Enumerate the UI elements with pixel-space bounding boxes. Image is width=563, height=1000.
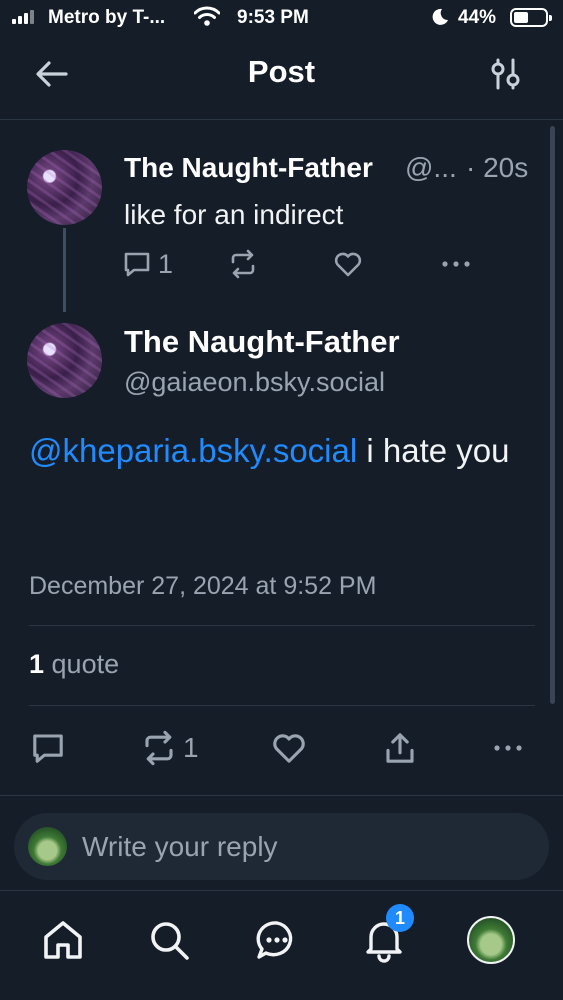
more-options-button[interactable] [440,248,472,280]
share-icon [386,733,414,763]
like-icon [334,252,362,277]
tab-chat[interactable] [252,915,302,965]
page-title: Post [247,54,316,89]
more-options-button[interactable] [492,728,524,768]
notifications-badge: 1 [386,904,414,932]
reply-icon [124,252,150,277]
chat-icon [256,921,293,959]
more-icon [442,261,470,267]
reply-input[interactable]: Write your reply [14,813,549,880]
repost-count: 1 [183,732,199,763]
reply-button[interactable] [30,728,66,768]
battery-percent: 44% [458,7,497,28]
repost-button[interactable]: 1 [141,728,199,768]
like-button[interactable] [333,248,363,280]
quote-label: quote [44,649,120,679]
filter-sliders-icon[interactable] [489,56,523,92]
avatar [28,827,67,866]
main-post-text: @kheparia.bsky.social i hate you [29,428,529,474]
carrier-name: Metro by T-... [48,7,166,28]
thread-connector-line [63,228,66,312]
repost-icon [231,249,255,279]
post-body-text: i hate you [357,432,510,469]
bottom-tab-bar [0,890,563,1000]
parent-post-text: like for an indirect [124,199,344,230]
like-icon [273,734,305,763]
post-header: Post [0,36,563,120]
parent-author-name[interactable]: The Naught-Father [124,152,373,184]
divider [29,625,535,626]
parent-author-handle[interactable]: @... [405,152,457,184]
profile-avatar [467,916,515,964]
battery-icon [510,8,552,27]
tab-search[interactable] [144,915,194,965]
repost-icon [145,730,173,766]
reply-placeholder: Write your reply [82,831,278,862]
parent-timestamp: · 20s [466,152,529,183]
post-date: December 27, 2024 at 9:52 PM [29,572,377,600]
like-button[interactable] [271,728,307,768]
repost-button[interactable] [228,248,258,280]
status-bar: Metro by T-... 9:53 PM 44% [0,0,563,36]
tab-profile[interactable] [466,915,516,965]
search-icon [151,922,189,960]
quote-count: 1 [29,649,45,679]
reply-button[interactable]: 1 [122,248,173,280]
divider [29,705,535,706]
avatar[interactable] [27,323,102,398]
clock: 9:53 PM [237,7,309,28]
scrollbar[interactable] [550,126,555,704]
tab-home[interactable] [38,915,88,965]
quote-count-link[interactable]: 1 quote [29,649,119,680]
avatar[interactable] [27,150,102,225]
main-author-handle[interactable]: @gaiaeon.bsky.social [124,367,385,398]
reply-icon [33,734,63,763]
wifi-icon [194,6,220,26]
signal-icon [12,10,34,24]
main-author-name[interactable]: The Naught-Father [124,324,400,360]
share-button[interactable] [382,728,418,768]
reply-count: 1 [158,248,174,279]
home-icon [44,921,82,959]
moon-icon [432,8,448,25]
mention-link[interactable]: @kheparia.bsky.social [29,432,357,469]
divider [0,795,563,796]
more-icon [494,745,522,751]
